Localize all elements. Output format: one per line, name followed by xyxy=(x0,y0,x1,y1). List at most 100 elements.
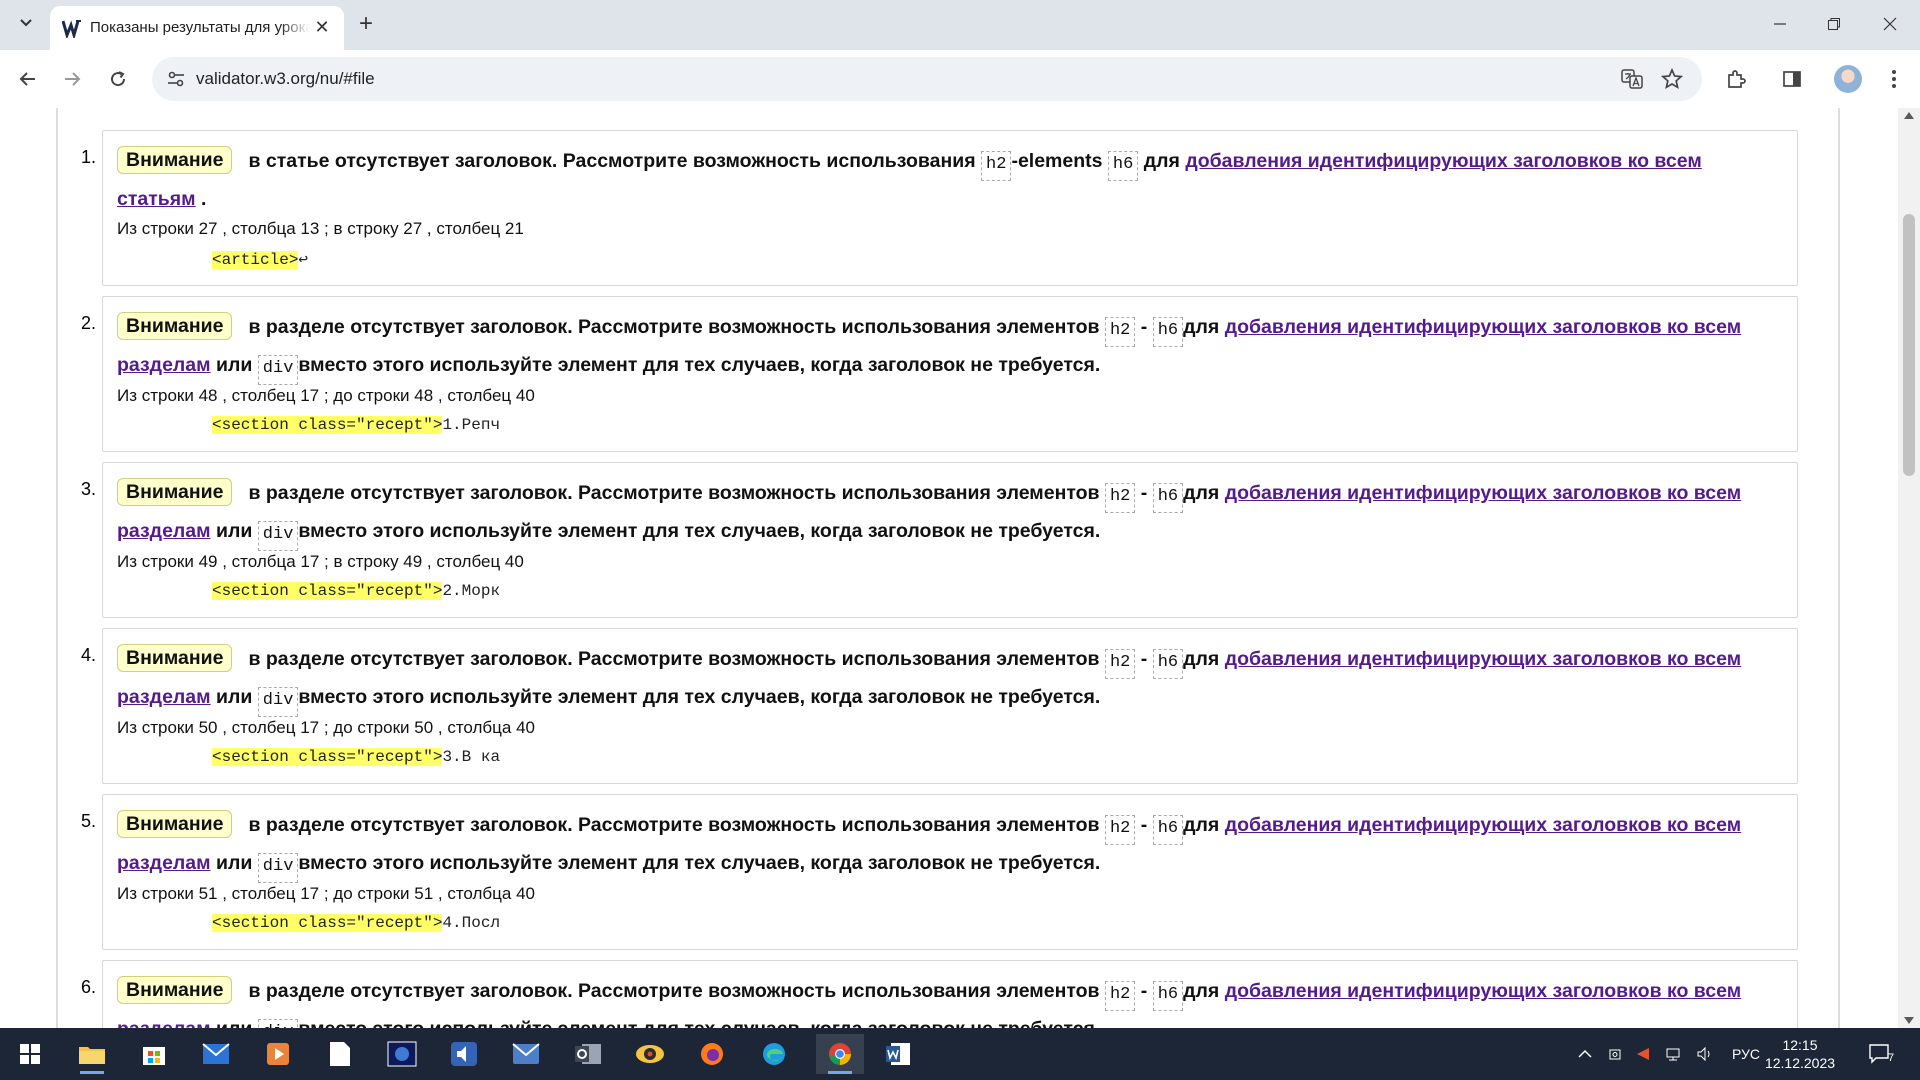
location-text: Из строки 50 , столбец 17 ; до строки 50… xyxy=(117,718,535,737)
new-tab-button[interactable]: + xyxy=(352,10,380,38)
message-text: Внимание в разделе отсутствует заголовок.… xyxy=(117,309,1785,385)
audio-app-icon[interactable] xyxy=(444,1034,484,1074)
bookmark-star-icon[interactable] xyxy=(1660,67,1684,91)
extract-highlight: <section class="recept"> xyxy=(212,416,443,434)
warning-badge: Внимание xyxy=(117,810,233,838)
warning-badge: Внимание xyxy=(117,478,233,506)
mail-icon[interactable] xyxy=(196,1034,236,1074)
input-language[interactable]: РУС xyxy=(1732,1028,1760,1080)
word-or: или xyxy=(216,520,253,542)
extract-rest: 3.В ка xyxy=(442,748,501,766)
reload-button[interactable] xyxy=(104,65,132,93)
taskbar: РУС 12:15 12.12.2023 7 xyxy=(0,1028,1920,1080)
clock[interactable]: 12:15 12.12.2023 xyxy=(1760,1036,1840,1072)
extract-rest: 2.Морк xyxy=(442,582,501,600)
side-panel-icon[interactable] xyxy=(1778,65,1806,93)
url-text: validator.w3.org/nu/#file xyxy=(196,69,375,88)
word-for: для xyxy=(1143,150,1180,172)
file-explorer-icon[interactable] xyxy=(72,1034,112,1074)
code-extract: <section class="recept">2.Морк xyxy=(212,582,1783,600)
restore-button[interactable] xyxy=(1814,10,1854,38)
list-item: 5. Внимание в разделе отсутствует заголов… xyxy=(81,794,1798,950)
close-window-button[interactable] xyxy=(1870,10,1910,38)
clock-time: 12:15 xyxy=(1782,1037,1818,1053)
close-icon[interactable]: ✕ xyxy=(310,15,334,39)
edge-icon[interactable] xyxy=(754,1034,794,1074)
message-body: в статье отсутствует заголовок. Рассмотр… xyxy=(248,150,976,172)
notification-count: 7 xyxy=(1888,1052,1895,1064)
document-icon[interactable] xyxy=(320,1034,360,1074)
message-body-2: вместо этого используйте элемент для тех… xyxy=(298,1018,1100,1028)
clock-date: 12.12.2023 xyxy=(1764,1055,1836,1071)
word-for: для xyxy=(1183,482,1220,504)
vertical-scrollbar[interactable] xyxy=(1898,108,1920,1028)
site-settings-icon[interactable] xyxy=(164,67,188,91)
code-token: h6 xyxy=(1152,483,1184,513)
outlook-icon[interactable] xyxy=(568,1034,608,1074)
chevron-down-icon xyxy=(19,15,33,34)
minimize-button[interactable] xyxy=(1760,10,1800,38)
show-hidden-icons-icon[interactable] xyxy=(1578,1028,1592,1080)
word-or: или xyxy=(216,1018,252,1028)
extensions-icon[interactable] xyxy=(1722,65,1750,93)
word-for: для xyxy=(1183,814,1220,836)
message-body: в разделе отсутствует заголовок. Рассмот… xyxy=(248,482,1100,504)
list-item: 4. Внимание в разделе отсутствует заголов… xyxy=(81,628,1798,784)
message-body: в разделе отсутствует заголовок. Рассмот… xyxy=(248,316,1100,338)
translate-icon[interactable] xyxy=(1620,67,1644,91)
antivirus-icon[interactable] xyxy=(1636,1028,1650,1080)
message-body: в разделе отсутствует заголовок. Рассмот… xyxy=(248,814,1100,836)
word-icon[interactable] xyxy=(878,1034,918,1074)
address-bar[interactable]: validator.w3.org/nu/#file xyxy=(152,57,1702,101)
back-button[interactable] xyxy=(14,65,42,93)
list-item: 6. Внимание в разделе отсутствует заголов… xyxy=(81,960,1798,1028)
code-token: div xyxy=(257,687,299,717)
w3c-validator-icon xyxy=(61,18,82,41)
code-extract: <section class="recept">3.В ка xyxy=(212,748,1783,766)
code-token: h6 xyxy=(1152,815,1184,845)
media-player-icon[interactable] xyxy=(258,1034,298,1074)
separator: - xyxy=(1140,648,1148,670)
scrollbar-thumb[interactable] xyxy=(1903,214,1915,476)
location-text: Из строки 27 , столбца 13 ; в строку 27 … xyxy=(117,219,524,238)
list-item: 1. Внимание в статье отсутствует заголово… xyxy=(81,130,1798,286)
extract-rest: 1.Репч xyxy=(442,416,501,434)
location-text: Из строки 51 , столбец 17 ; до строки 51… xyxy=(117,884,535,903)
item-number: 3. xyxy=(81,479,97,499)
word-for: для xyxy=(1183,980,1220,1002)
message-body: в разделе отсутствует заголовок. Рассмот… xyxy=(248,980,1100,1002)
network-icon[interactable] xyxy=(1664,1028,1682,1080)
tab-title: Показаны результаты для урока xyxy=(90,19,310,36)
message-tail: . xyxy=(195,188,207,210)
browser-tab[interactable]: Показаны результаты для урока ✕ xyxy=(50,6,344,50)
profile-avatar[interactable] xyxy=(1834,65,1862,93)
camera-icon[interactable] xyxy=(1608,1028,1624,1080)
volume-icon[interactable] xyxy=(1696,1028,1714,1080)
word-or: или xyxy=(216,686,253,708)
validation-messages: 1. Внимание в статье отсутствует заголово… xyxy=(72,130,1804,1028)
more-menu-icon[interactable] xyxy=(1880,65,1908,93)
start-button[interactable] xyxy=(10,1034,50,1074)
code-token: div xyxy=(257,355,299,385)
code-token: h6 xyxy=(1152,649,1184,679)
message-body-2: вместо этого используйте элемент для тех… xyxy=(298,686,1101,708)
firefox-icon[interactable] xyxy=(692,1034,732,1074)
scroll-down-icon[interactable] xyxy=(1904,1017,1914,1024)
word-or: или xyxy=(216,852,253,874)
forward-button[interactable] xyxy=(58,65,86,93)
tab-search-button[interactable] xyxy=(12,10,40,38)
notifications-button[interactable]: 7 xyxy=(1868,1028,1894,1080)
mail-client-icon[interactable] xyxy=(506,1034,546,1074)
code-token: h6 xyxy=(1107,151,1139,181)
word-for: для xyxy=(1183,648,1220,670)
code-token: h2 xyxy=(1104,317,1136,347)
eye-app-icon[interactable] xyxy=(630,1034,670,1074)
extract-highlight: <section class="recept"> xyxy=(212,582,443,600)
running-indicator xyxy=(80,1071,104,1074)
chrome-icon[interactable] xyxy=(816,1034,864,1074)
scroll-up-icon[interactable] xyxy=(1904,112,1914,119)
extract-highlight: <section class="recept"> xyxy=(212,748,443,766)
page-border xyxy=(56,108,58,1028)
store-icon[interactable] xyxy=(134,1034,174,1074)
pascal-app-icon[interactable] xyxy=(382,1034,422,1074)
